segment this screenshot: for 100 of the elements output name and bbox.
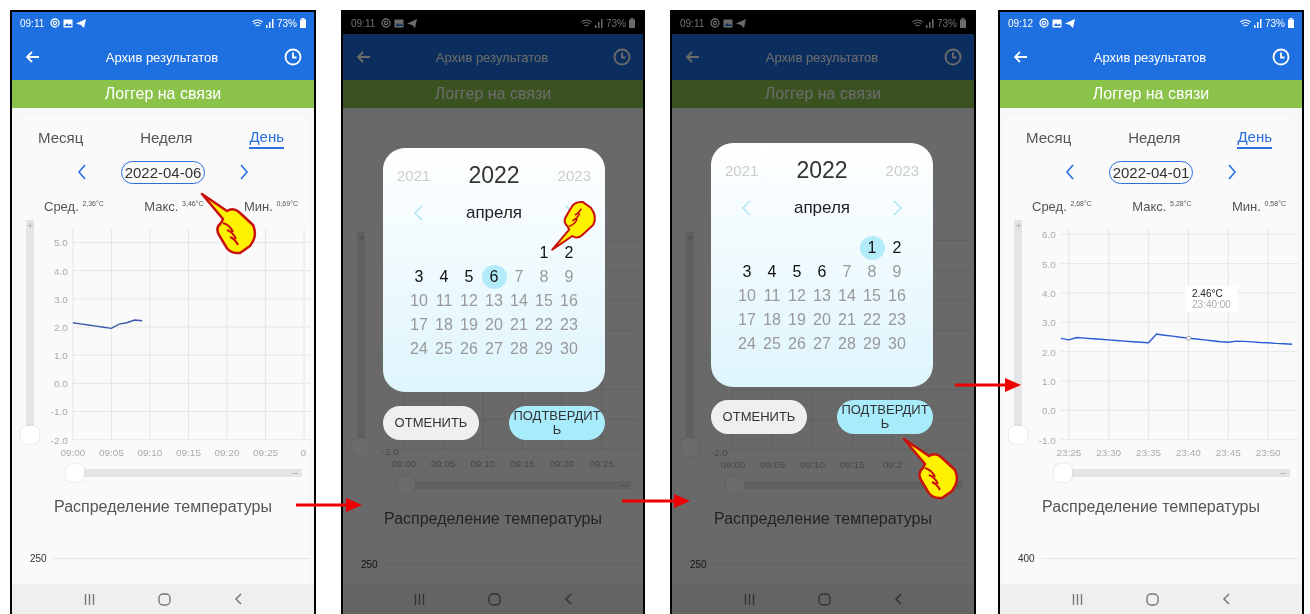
calendar-day[interactable]: 17	[406, 313, 432, 337]
calendar-day[interactable]: 22	[531, 313, 557, 337]
year-option[interactable]: 2022	[796, 157, 848, 184]
back-icon[interactable]	[234, 593, 243, 605]
calendar-day[interactable]: 17	[734, 308, 760, 332]
calendar-day[interactable]: 3	[734, 260, 760, 284]
calendar-day[interactable]: 19	[456, 313, 482, 337]
period-tab[interactable]: Неделя	[140, 128, 193, 149]
calendar-day[interactable]: 30	[884, 332, 910, 356]
calendar-day[interactable]: 16	[556, 289, 582, 313]
clock-icon[interactable]	[284, 48, 302, 66]
calendar-day[interactable]: 20	[809, 308, 835, 332]
next-month-icon[interactable]	[893, 200, 902, 216]
calendar-day[interactable]: 23	[884, 308, 910, 332]
calendar-day[interactable]: 25	[431, 337, 457, 361]
period-tab[interactable]: День	[1237, 128, 1272, 149]
clock-icon[interactable]	[1272, 48, 1290, 66]
calendar-day[interactable]: 28	[506, 337, 532, 361]
recent-apps-icon[interactable]	[743, 593, 755, 605]
calendar-day[interactable]: 27	[809, 332, 835, 356]
calendar-day[interactable]: 26	[456, 337, 482, 361]
calendar-day[interactable]: 28	[834, 332, 860, 356]
calendar-day[interactable]: 22	[859, 308, 885, 332]
period-tab[interactable]: Месяц	[38, 128, 84, 149]
recent-apps-icon[interactable]	[1071, 593, 1083, 605]
calendar-day[interactable]: 4	[759, 260, 785, 284]
calendar-day[interactable]: 11	[431, 289, 457, 313]
calendar-day[interactable]: 6	[809, 260, 835, 284]
slider-thumb[interactable]	[21, 426, 39, 444]
calendar-day[interactable]: 12	[784, 284, 810, 308]
calendar-day[interactable]: 7	[834, 260, 860, 284]
calendar-day[interactable]: 19	[784, 308, 810, 332]
calendar-day[interactable]: 9	[884, 260, 910, 284]
calendar-day[interactable]: 20	[481, 313, 507, 337]
home-icon[interactable]	[158, 592, 171, 606]
calendar-day[interactable]: 24	[406, 337, 432, 361]
calendar-day[interactable]: 2	[556, 241, 582, 265]
previous-month-icon[interactable]	[414, 205, 423, 221]
back-icon[interactable]	[894, 593, 903, 605]
calendar-day[interactable]: 15	[859, 284, 885, 308]
vertical-zoom-slider[interactable]	[21, 220, 39, 444]
calendar-day[interactable]: 21	[506, 313, 532, 337]
calendar-day[interactable]: 10	[734, 284, 760, 308]
calendar-day[interactable]: 25	[759, 332, 785, 356]
vertical-zoom-slider[interactable]	[1009, 220, 1027, 444]
previous-day-icon[interactable]	[76, 164, 87, 180]
horizontal-zoom-slider[interactable]	[66, 464, 302, 482]
back-arrow-icon[interactable]	[26, 51, 40, 63]
period-tab[interactable]: День	[249, 128, 284, 149]
horizontal-zoom-slider[interactable]	[1054, 464, 1290, 482]
back-arrow-icon[interactable]	[1014, 51, 1028, 63]
period-tab[interactable]: Неделя	[1128, 128, 1181, 149]
next-day-icon[interactable]	[1227, 164, 1238, 180]
calendar-day[interactable]: 16	[884, 284, 910, 308]
calendar-day[interactable]: 14	[506, 289, 532, 313]
calendar-day[interactable]: 29	[531, 337, 557, 361]
cancel-button[interactable]: ОТМЕНИТЬ	[383, 406, 479, 440]
home-icon[interactable]	[488, 592, 501, 606]
calendar-day[interactable]: 13	[809, 284, 835, 308]
calendar-day[interactable]: 7	[506, 265, 532, 289]
calendar-day[interactable]: 29	[859, 332, 885, 356]
recent-apps-icon[interactable]	[83, 593, 95, 605]
calendar-day[interactable]: 12	[456, 289, 482, 313]
home-icon[interactable]	[1146, 592, 1159, 606]
calendar-day[interactable]: 26	[784, 332, 810, 356]
calendar-day[interactable]: 6	[481, 265, 507, 289]
slider-thumb[interactable]	[66, 464, 84, 482]
back-arrow-icon[interactable]	[686, 51, 700, 63]
calendar-day[interactable]: 15	[531, 289, 557, 313]
calendar-day[interactable]: 8	[859, 260, 885, 284]
calendar-day[interactable]: 24	[734, 332, 760, 356]
calendar-day[interactable]: 18	[431, 313, 457, 337]
calendar-day[interactable]: 2	[884, 236, 910, 260]
period-tab[interactable]: Месяц	[1026, 128, 1072, 149]
confirm-button[interactable]: ПОДТВЕРДИТЬ	[509, 406, 605, 440]
calendar-day[interactable]: 13	[481, 289, 507, 313]
previous-day-icon[interactable]	[1064, 164, 1075, 180]
calendar-day[interactable]: 18	[759, 308, 785, 332]
calendar-day[interactable]: 27	[481, 337, 507, 361]
cancel-button[interactable]: ОТМЕНИТЬ	[711, 400, 807, 434]
calendar-day[interactable]: 10	[406, 289, 432, 313]
home-icon[interactable]	[818, 592, 831, 606]
next-day-icon[interactable]	[239, 164, 250, 180]
calendar-day[interactable]: 14	[834, 284, 860, 308]
calendar-day[interactable]: 5	[456, 265, 482, 289]
vertical-zoom-slider[interactable]	[681, 232, 699, 456]
calendar-day[interactable]: 3	[406, 265, 432, 289]
confirm-button[interactable]: ПОДТВЕРДИТЬ	[837, 400, 933, 434]
calendar-day[interactable]: 23	[556, 313, 582, 337]
calendar-day[interactable]: 1	[531, 241, 557, 265]
previous-month-icon[interactable]	[742, 200, 751, 216]
year-option[interactable]: 2022	[468, 162, 520, 189]
slider-thumb[interactable]	[1009, 426, 1027, 444]
back-icon[interactable]	[563, 593, 572, 605]
back-icon[interactable]	[1222, 593, 1231, 605]
calendar-day[interactable]: 11	[759, 284, 785, 308]
calendar-day[interactable]: 30	[556, 337, 582, 361]
slider-thumb[interactable]	[1054, 464, 1072, 482]
calendar-day[interactable]: 8	[531, 265, 557, 289]
clock-icon[interactable]	[944, 48, 962, 66]
